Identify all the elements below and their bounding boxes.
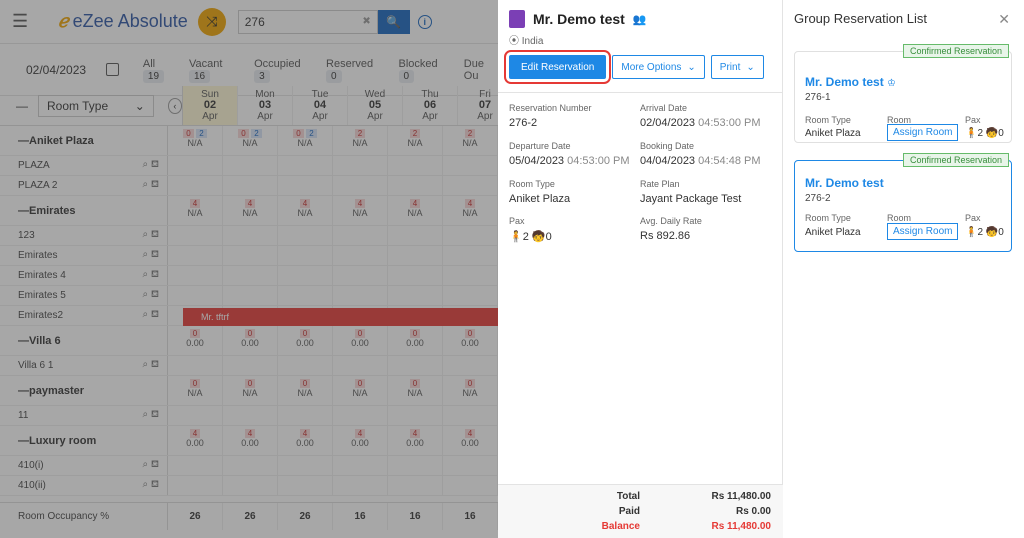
field-label: Booking Date (640, 141, 695, 151)
more-options-label: More Options (621, 61, 682, 73)
card-reservation-number: 276-2 (805, 193, 831, 204)
master-crown-icon: ♔ (887, 78, 896, 89)
field-value: Rs 892.86 (640, 230, 691, 242)
booking-date: Booking Date 04/04/2023 04:54:48 PM (640, 141, 761, 167)
card-guest-name[interactable]: Mr. Demo test ♔ (805, 75, 896, 89)
field-value: 276-2 (509, 117, 538, 129)
time-value: 04:53:00 PM (567, 155, 630, 167)
assign-room-button[interactable]: Assign Room (887, 223, 959, 240)
arrival-date: Arrival Date 02/04/2023 04:53:00 PM (640, 103, 761, 129)
date-value: 04/04/2023 (640, 155, 696, 167)
time-value: 04:54:48 PM (698, 155, 761, 167)
assign-room-button[interactable]: Assign Room (887, 124, 959, 141)
guest-header: Mr. Demo test 👥 (509, 10, 647, 28)
building-icon (509, 10, 525, 28)
location-pin-icon: ⦿ (509, 36, 519, 47)
card-room-type: Aniket Plaza (805, 227, 861, 238)
field-value: 04/04/2023 04:54:48 PM (640, 155, 761, 167)
reservation-number: Reservation Number 276-2 (509, 103, 592, 129)
background-app: ☰ ℯ eZee Absolute ⤨ 276 ✖ 🔍 i 02/04/2023 A… (0, 0, 498, 538)
chevron-down-icon: ⌄ (687, 61, 696, 73)
field-label: Departure Date (509, 141, 571, 151)
card-reservation-number: 276-1 (805, 92, 831, 103)
group-reservation-card-selected[interactable]: Confirmed Reservation Mr. Demo test 276-… (794, 153, 1012, 252)
group-reservation-card[interactable]: Confirmed Reservation Mr. Demo test ♔ 27… (794, 44, 1012, 143)
group-list-title: Group Reservation List (794, 11, 927, 26)
field-label: Room Type (509, 179, 555, 189)
card-room-label: Room (887, 213, 912, 223)
guest-name: Mr. Demo test (533, 11, 625, 27)
date-value: 05/04/2023 (509, 155, 565, 167)
room-type: Room Type Aniket Plaza (509, 179, 570, 205)
edit-reservation-button[interactable]: Edit Reservation (503, 50, 612, 84)
close-icon[interactable]: ✕ (998, 11, 1010, 28)
guest-group-icon: 👥 (632, 13, 647, 26)
print-label: Print (719, 61, 741, 73)
card-pax-label: Pax (965, 115, 981, 125)
chevron-down-icon: ⌄ (746, 61, 755, 73)
card-room-type-label: Room Type (805, 213, 851, 223)
departure-date: Departure Date 05/04/2023 04:53:00 PM (509, 141, 630, 167)
card-pax-label: Pax (965, 213, 981, 223)
country: India (521, 36, 544, 47)
card-room-type: Aniket Plaza (805, 128, 861, 139)
reservation-detail-panel: Mr. Demo test 👥 ⦿ India Edit Reservation… (498, 0, 783, 538)
field-label: Rate Plan (640, 179, 680, 189)
total-value: Rs 11,480.00 (711, 491, 772, 502)
totals-section: Total Rs 11,480.00 Paid Rs 0.00 Balance Rs … (498, 484, 783, 538)
card-pax: 🧍2 🧒0 (965, 227, 1004, 238)
card-pax: 🧍2 🧒0 (965, 128, 1004, 139)
field-value: 02/04/2023 04:53:00 PM (640, 117, 761, 129)
card-guest-name[interactable]: Mr. Demo test (805, 176, 884, 190)
more-options-button[interactable]: More Options ⌄ (612, 55, 705, 79)
action-buttons: Edit Reservation More Options ⌄ Print ⌄ (503, 50, 764, 84)
card-guest-name-text: Mr. Demo test (805, 75, 884, 89)
status-badge: Confirmed Reservation (902, 44, 1009, 58)
field-label: Pax (509, 216, 525, 226)
field-value: 05/04/2023 04:53:00 PM (509, 155, 630, 167)
paid-value: Rs 0.00 (735, 506, 771, 517)
status-badge: Confirmed Reservation (902, 153, 1009, 167)
field-value: Aniket Plaza (509, 193, 571, 205)
time-value: 04:53:00 PM (698, 117, 761, 129)
paid-label: Paid (618, 506, 640, 517)
field-value: Jayant Package Test (640, 193, 742, 205)
field-label: Reservation Number (509, 103, 592, 113)
field-label: Arrival Date (640, 103, 688, 113)
avg-daily-rate: Avg. Daily Rate Rs 892.86 (640, 216, 702, 242)
field-value: 🧍2 🧒0 (509, 231, 552, 243)
print-button[interactable]: Print ⌄ (710, 55, 764, 79)
field-label: Avg. Daily Rate (640, 216, 702, 226)
total-label: Total (616, 491, 640, 502)
divider (498, 92, 783, 93)
balance-label: Balance (601, 521, 640, 532)
date-value: 02/04/2023 (640, 117, 696, 129)
pax: Pax 🧍2 🧒0 (509, 216, 552, 243)
balance-value: Rs 11,480.00 (711, 521, 772, 532)
card-room-type-label: Room Type (805, 115, 851, 125)
guest-location: ⦿ India (509, 32, 543, 47)
group-reservation-list: Group Reservation List ✕ Confirmed Reser… (783, 0, 1024, 538)
modal-overlay[interactable] (0, 0, 498, 538)
rate-plan: Rate Plan Jayant Package Test (640, 179, 741, 205)
